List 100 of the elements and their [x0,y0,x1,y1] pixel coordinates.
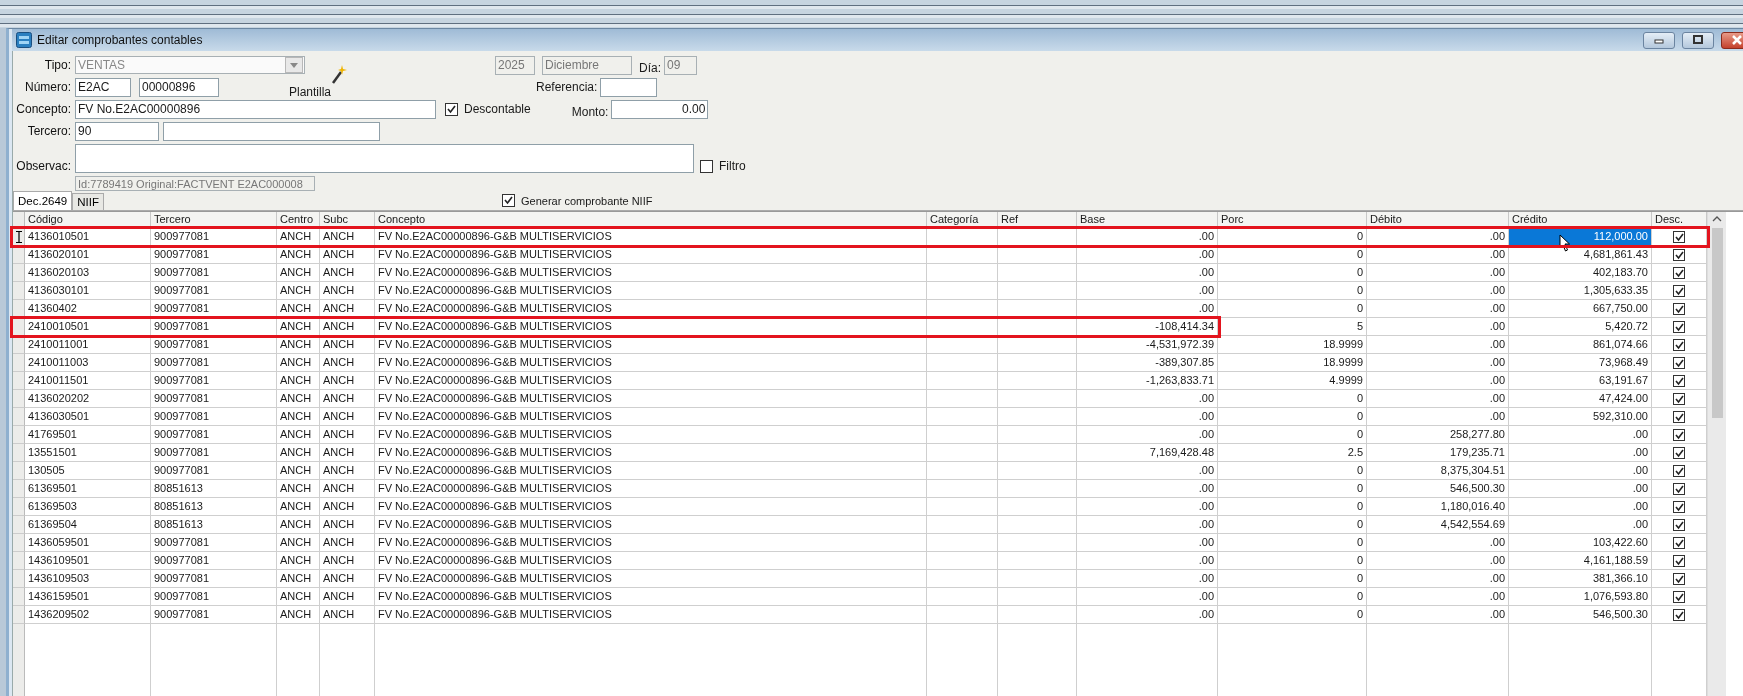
checkbox[interactable] [1673,248,1685,261]
table-cell: 4136020202 [25,390,151,408]
table-cell: .00 [1077,408,1218,426]
column-header[interactable]: Código [25,212,151,228]
column-header[interactable]: Concepto [375,212,927,228]
checkbox[interactable] [1673,500,1685,513]
table-cell: 1436059501 [25,534,151,552]
tab[interactable]: NIIF [72,193,104,210]
table-cell: 900977081 [151,264,277,282]
column-header[interactable]: Tercero [151,212,277,228]
table-cell: .00 [1367,372,1509,390]
checkbox[interactable] [1673,572,1685,585]
table-cell: .00 [1367,354,1509,372]
table-cell: .00 [1077,282,1218,300]
table-cell: ANCH [320,408,375,426]
checkbox[interactable] [1673,338,1685,351]
column-header[interactable]: Débito [1367,212,1509,228]
checkbox[interactable] [1673,446,1685,459]
checkbox[interactable] [1673,374,1685,387]
table-cell: FV No.E2AC00000896-G&B MULTISERVICIOS [375,462,927,480]
table-cell: FV No.E2AC00000896-G&B MULTISERVICIOS [375,300,927,318]
checkbox[interactable] [1673,392,1685,405]
table-cell: .00 [1077,390,1218,408]
table-cell: 900977081 [151,282,277,300]
column-header[interactable]: Porc [1218,212,1367,228]
checkbox[interactable] [1673,590,1685,603]
checkbox[interactable] [1673,320,1685,333]
table-cell: FV No.E2AC00000896-G&B MULTISERVICIOS [375,426,927,444]
month-field[interactable]: Diciembre [542,55,632,75]
checkbox[interactable] [1673,302,1685,315]
amount-field[interactable]: 0.00 [611,99,709,119]
column-header[interactable]: Crédito [1509,212,1652,228]
table-cell: ANCH [277,480,320,498]
third-party-id-field[interactable]: 90 [75,121,159,141]
table-cell: 1436109503 [25,570,151,588]
column-header[interactable]: Subc [320,212,375,228]
column-header[interactable]: Ref [998,212,1077,228]
day-field[interactable]: 09 [664,55,697,75]
checkbox[interactable] [700,160,713,173]
table-cell: .00 [1509,462,1652,480]
close-button[interactable] [1721,31,1743,49]
table-cell: ANCH [320,570,375,588]
checkbox[interactable] [1673,230,1685,243]
column-header[interactable]: Base [1077,212,1218,228]
table-cell: FV No.E2AC00000896-G&B MULTISERVICIOS [375,480,927,498]
checkbox[interactable] [1673,608,1685,621]
concept-field[interactable]: FV No.E2AC00000896 [75,99,436,119]
table-cell: FV No.E2AC00000896-G&B MULTISERVICIOS [375,228,927,246]
magic-wand-icon[interactable] [331,64,347,84]
checkbox[interactable] [1673,266,1685,279]
checkbox[interactable] [501,194,515,207]
minimize-button[interactable] [1643,31,1675,49]
table-cell: 546,500.30 [1509,606,1652,624]
table-cell: 546,500.30 [1367,480,1509,498]
table-cell: ANCH [277,246,320,264]
table-cell: 1,076,593.80 [1509,588,1652,606]
table-cell: .00 [1367,300,1509,318]
table-cell: 80851613 [151,480,277,498]
year-field[interactable]: 2025 [495,55,535,75]
table-cell: 900977081 [151,444,277,462]
empty-cell [927,282,998,300]
prefix-field[interactable]: E2AC [75,77,131,97]
column-header[interactable]: Categoría [927,212,998,228]
table-cell: 900977081 [151,390,277,408]
checkbox[interactable] [1673,536,1685,549]
checkbox[interactable] [445,102,458,116]
scroll-up-icon[interactable] [1712,216,1722,222]
column-header[interactable]: Centro [277,212,320,228]
checkbox[interactable] [1673,482,1685,495]
field-label: Tercero: [26,124,72,138]
table-cell: ANCH [320,264,375,282]
notes-field[interactable] [75,144,694,173]
scrollbar-thumb[interactable] [1711,228,1723,418]
table-cell: 900977081 [151,354,277,372]
reference-field[interactable] [600,77,658,97]
third-party-name-field[interactable] [163,121,380,141]
number-field[interactable]: 00000896 [139,77,219,97]
table-cell: .00 [1367,588,1509,606]
empty-cell [927,372,998,390]
table-cell: 2410011501 [25,372,151,390]
checkbox-label: Filtro [719,159,746,173]
field-label: Tipo: [43,58,72,72]
checkbox[interactable] [1673,428,1685,441]
checkbox[interactable] [1673,518,1685,531]
table-cell: FV No.E2AC00000896-G&B MULTISERVICIOS [375,606,927,624]
table-cell: .00 [1077,534,1218,552]
tab[interactable]: Dec.2649 [13,191,73,210]
table-cell: .00 [1367,264,1509,282]
table-cell: ANCH [320,606,375,624]
vertical-scrollbar[interactable] [1707,212,1726,696]
checkbox[interactable] [1673,410,1685,423]
maximize-button[interactable] [1682,31,1714,49]
checkbox[interactable] [1673,356,1685,369]
checkbox[interactable] [1673,464,1685,477]
checkbox[interactable] [1673,554,1685,567]
checkbox[interactable] [1673,284,1685,297]
maximize-icon [1692,35,1704,45]
table-cell: FV No.E2AC00000896-G&B MULTISERVICIOS [375,282,927,300]
table-cell: .00 [1367,552,1509,570]
table-cell: .00 [1509,516,1652,534]
